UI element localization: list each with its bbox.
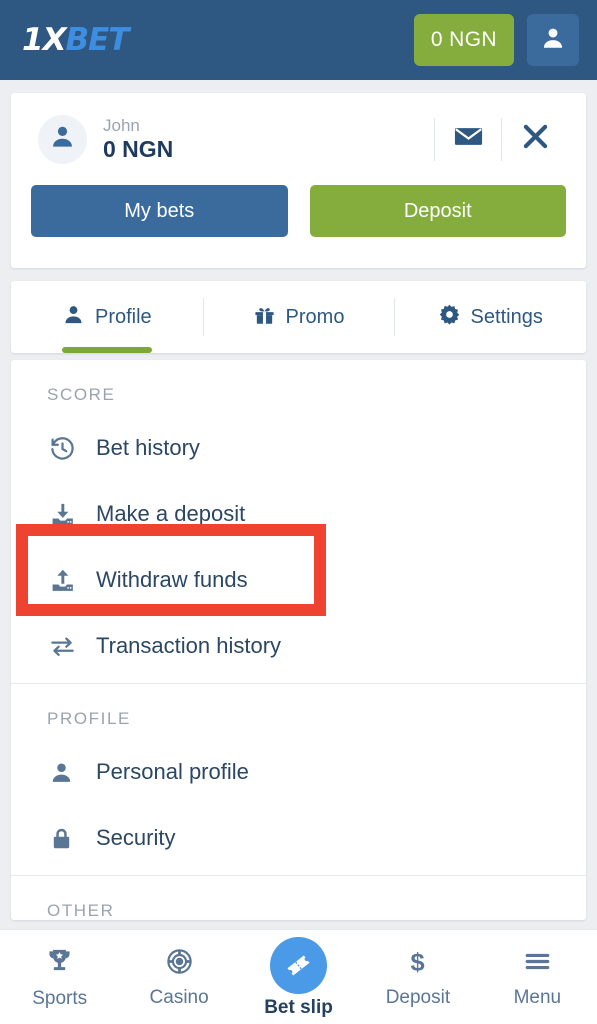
user-icon bbox=[540, 25, 566, 56]
trophy-icon bbox=[44, 946, 75, 983]
tab-profile-label: Profile bbox=[94, 305, 152, 328]
menu-item-make-a-deposit[interactable]: Make a deposit bbox=[11, 481, 586, 547]
close-icon bbox=[519, 120, 552, 158]
user-icon bbox=[62, 303, 85, 332]
menu-item-label: Security bbox=[96, 825, 176, 850]
section-title-other: OTHER bbox=[47, 901, 115, 920]
ticket-icon bbox=[270, 936, 328, 994]
menu-section-other: OTHER bbox=[11, 875, 586, 935]
transfer-icon bbox=[49, 633, 79, 660]
nav-item-label: Bet slip bbox=[264, 996, 333, 1018]
download-icon bbox=[49, 501, 79, 528]
tab-settings-label: Settings bbox=[470, 305, 543, 328]
app-header: 1XBET 0 NGN bbox=[0, 0, 597, 80]
lock-icon bbox=[49, 826, 79, 851]
gear-icon bbox=[438, 303, 461, 332]
nav-item-label: Menu bbox=[513, 986, 562, 1008]
menu-item-transaction-history[interactable]: Transaction history bbox=[11, 613, 586, 679]
my-bets-button[interactable]: My bets bbox=[31, 185, 288, 237]
menu-item-personal-profile[interactable]: Personal profile bbox=[11, 739, 586, 805]
menu-item-withdraw-funds[interactable]: Withdraw funds bbox=[11, 547, 586, 613]
user-text-block: John 0 NGN bbox=[103, 115, 173, 163]
svg-text:$: $ bbox=[411, 948, 425, 975]
menu-item-label: Bet history bbox=[96, 435, 200, 460]
account-button[interactable] bbox=[527, 14, 579, 66]
logo-text-1x: 1X bbox=[22, 21, 66, 58]
nav-item-casino[interactable]: Casino bbox=[119, 930, 238, 1024]
menu-section-profile: PROFILE Personal profile Security bbox=[11, 683, 586, 875]
menu-item-label: Personal profile bbox=[96, 759, 249, 784]
deposit-button[interactable]: Deposit bbox=[309, 185, 566, 237]
header-balance-button[interactable]: 0 NGN bbox=[413, 14, 514, 66]
nav-item-label: Deposit bbox=[385, 986, 451, 1008]
nav-item-deposit[interactable]: $ Deposit bbox=[358, 930, 477, 1024]
brand-logo[interactable]: 1XBET bbox=[22, 21, 129, 58]
user-info-row: John 0 NGN bbox=[11, 93, 586, 185]
history-icon bbox=[49, 435, 79, 462]
header-balance-label: 0 NGN bbox=[430, 28, 497, 51]
menu-item-bet-history[interactable]: Bet history bbox=[11, 415, 586, 481]
chip-icon bbox=[165, 947, 194, 982]
messages-button[interactable] bbox=[435, 114, 501, 164]
tab-promo-label: Promo bbox=[285, 305, 345, 328]
envelope-icon bbox=[453, 121, 484, 157]
menu-item-label: Make a deposit bbox=[96, 501, 246, 526]
user-icon bbox=[49, 760, 79, 785]
nav-item-menu[interactable]: Menu bbox=[478, 930, 597, 1024]
app-screen: 1XBET 0 NGN John 0 NGN My bets Deposit P… bbox=[0, 0, 597, 1024]
avatar[interactable] bbox=[38, 114, 87, 164]
menu-section-score: SCORE Bet history Make a deposit Withdra… bbox=[11, 360, 586, 683]
user-summary-card: John 0 NGN My bets Deposit bbox=[11, 93, 586, 268]
nav-item-sports[interactable]: Sports bbox=[0, 930, 119, 1024]
logo-text-bet: BET bbox=[65, 21, 129, 58]
section-title-score: SCORE bbox=[47, 385, 116, 404]
tab-profile[interactable]: Profile bbox=[11, 281, 203, 353]
section-title-profile: PROFILE bbox=[47, 709, 131, 728]
menu-item-label: Withdraw funds bbox=[96, 567, 248, 592]
user-card-buttons: My bets Deposit bbox=[11, 185, 586, 237]
dollar-icon: $ bbox=[403, 947, 432, 982]
gift-icon bbox=[253, 303, 276, 332]
user-avatar-icon bbox=[49, 123, 76, 155]
active-tab-underline bbox=[61, 347, 152, 353]
profile-tabs-card: Profile Promo Settings bbox=[11, 281, 586, 353]
user-name: John bbox=[103, 116, 140, 135]
bottom-navigation: Sports Casino Bet slip $ Deposit Menu bbox=[0, 929, 597, 1024]
hamburger-icon bbox=[523, 947, 552, 982]
tab-settings[interactable]: Settings bbox=[394, 281, 586, 353]
profile-tabs: Profile Promo Settings bbox=[11, 281, 586, 353]
user-card-actions bbox=[434, 114, 568, 164]
menu-item-label: Transaction history bbox=[96, 633, 282, 658]
nav-item-bet-slip[interactable]: Bet slip bbox=[239, 930, 358, 1024]
close-button[interactable] bbox=[502, 114, 568, 164]
header-actions: 0 NGN bbox=[413, 14, 579, 66]
user-balance: 0 NGN bbox=[103, 136, 174, 162]
profile-menu-card: SCORE Bet history Make a deposit Withdra… bbox=[11, 360, 586, 920]
menu-item-security[interactable]: Security bbox=[11, 805, 586, 871]
tab-promo[interactable]: Promo bbox=[202, 281, 395, 353]
nav-item-label: Sports bbox=[32, 987, 88, 1009]
nav-item-label: Casino bbox=[149, 986, 209, 1008]
upload-icon bbox=[49, 567, 79, 594]
